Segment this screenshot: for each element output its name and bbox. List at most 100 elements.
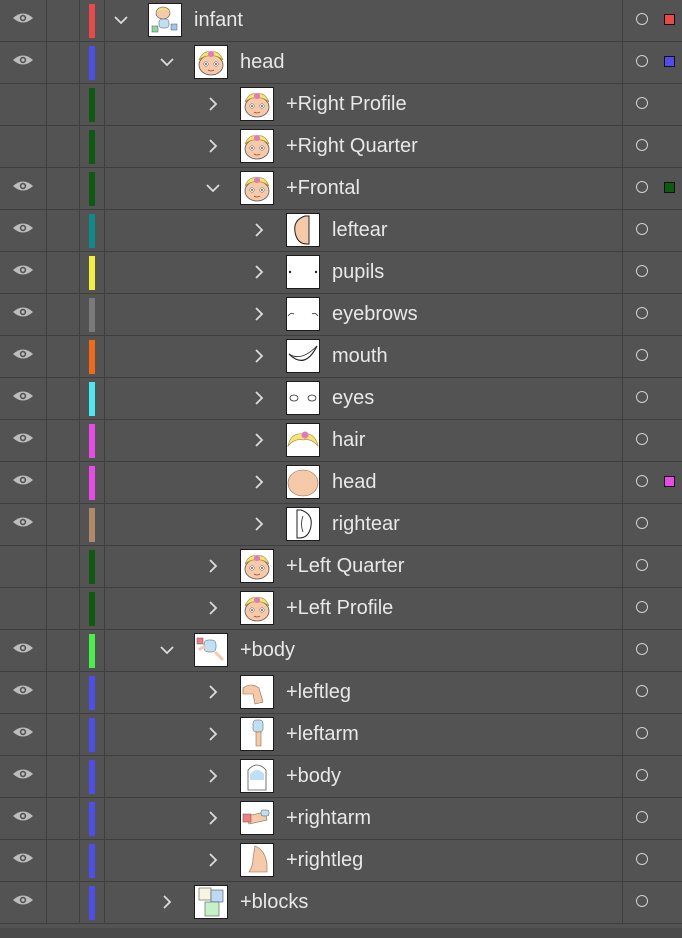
visibility-toggle[interactable] — [0, 588, 47, 629]
layer-row[interactable]: hair — [0, 420, 682, 462]
layer-name[interactable]: eyebrows — [332, 294, 418, 335]
lock-toggle[interactable] — [47, 756, 80, 797]
visibility-toggle[interactable] — [0, 126, 47, 167]
layer-row[interactable]: +body — [0, 756, 682, 798]
target-circle-icon[interactable] — [636, 727, 648, 739]
target-circle-icon[interactable] — [636, 685, 648, 697]
layer-name[interactable]: infant — [194, 0, 243, 41]
layer-row[interactable]: eyebrows — [0, 294, 682, 336]
target-circle-icon[interactable] — [636, 769, 648, 781]
layer-name[interactable]: +Left Quarter — [286, 546, 404, 587]
lock-toggle[interactable] — [47, 840, 80, 881]
target-circle-icon[interactable] — [636, 559, 648, 571]
layer-row[interactable]: +leftleg — [0, 672, 682, 714]
layer-name[interactable]: leftear — [332, 210, 388, 251]
chevron-right-icon[interactable] — [206, 811, 220, 825]
layer-row[interactable]: +rightarm — [0, 798, 682, 840]
visibility-toggle[interactable] — [0, 420, 47, 461]
lock-toggle[interactable] — [47, 420, 80, 461]
visibility-toggle[interactable] — [0, 798, 47, 839]
chevron-right-icon[interactable] — [252, 391, 266, 405]
lock-toggle[interactable] — [47, 714, 80, 755]
target-circle-icon[interactable] — [636, 55, 648, 67]
chevron-down-icon[interactable] — [206, 181, 220, 195]
visibility-toggle[interactable] — [0, 504, 47, 545]
chevron-right-icon[interactable] — [206, 727, 220, 741]
layer-row[interactable]: head — [0, 42, 682, 84]
chevron-right-icon[interactable] — [252, 307, 266, 321]
selection-indicator[interactable] — [664, 14, 675, 25]
chevron-down-icon[interactable] — [160, 643, 174, 657]
target-circle-icon[interactable] — [636, 601, 648, 613]
chevron-right-icon[interactable] — [252, 517, 266, 531]
layer-row[interactable]: +Frontal — [0, 168, 682, 210]
target-circle-icon[interactable] — [636, 475, 648, 487]
visibility-toggle[interactable] — [0, 840, 47, 881]
layer-name[interactable]: +Right Quarter — [286, 126, 418, 167]
lock-toggle[interactable] — [47, 294, 80, 335]
lock-toggle[interactable] — [47, 798, 80, 839]
visibility-toggle[interactable] — [0, 630, 47, 671]
visibility-toggle[interactable] — [0, 462, 47, 503]
target-circle-icon[interactable] — [636, 517, 648, 529]
chevron-right-icon[interactable] — [252, 223, 266, 237]
lock-toggle[interactable] — [47, 882, 80, 923]
chevron-down-icon[interactable] — [160, 55, 174, 69]
visibility-toggle[interactable] — [0, 756, 47, 797]
target-circle-icon[interactable] — [636, 223, 648, 235]
lock-toggle[interactable] — [47, 252, 80, 293]
visibility-toggle[interactable] — [0, 336, 47, 377]
layer-name[interactable]: +body — [240, 630, 295, 671]
lock-toggle[interactable] — [47, 378, 80, 419]
layer-row[interactable]: pupils — [0, 252, 682, 294]
layer-name[interactable]: +Left Profile — [286, 588, 393, 629]
layer-row[interactable]: infant — [0, 0, 682, 42]
lock-toggle[interactable] — [47, 336, 80, 377]
target-circle-icon[interactable] — [636, 13, 648, 25]
layer-row[interactable]: head — [0, 462, 682, 504]
layer-name[interactable]: +blocks — [240, 882, 308, 923]
layer-name[interactable]: eyes — [332, 378, 374, 419]
layer-row[interactable]: leftear — [0, 210, 682, 252]
visibility-toggle[interactable] — [0, 378, 47, 419]
layer-name[interactable]: hair — [332, 420, 365, 461]
target-circle-icon[interactable] — [636, 349, 648, 361]
chevron-right-icon[interactable] — [206, 139, 220, 153]
layer-name[interactable]: +Right Profile — [286, 84, 407, 125]
visibility-toggle[interactable] — [0, 546, 47, 587]
layer-row[interactable]: rightear — [0, 504, 682, 546]
chevron-right-icon[interactable] — [252, 349, 266, 363]
target-circle-icon[interactable] — [636, 391, 648, 403]
chevron-right-icon[interactable] — [252, 265, 266, 279]
layer-row[interactable]: +Right Profile — [0, 84, 682, 126]
layer-name[interactable]: +body — [286, 756, 341, 797]
target-circle-icon[interactable] — [636, 181, 648, 193]
selection-indicator[interactable] — [664, 476, 675, 487]
layer-name[interactable]: +leftarm — [286, 714, 359, 755]
chevron-right-icon[interactable] — [206, 769, 220, 783]
layer-row[interactable]: +Left Quarter — [0, 546, 682, 588]
layer-name[interactable]: pupils — [332, 252, 384, 293]
chevron-right-icon[interactable] — [252, 475, 266, 489]
chevron-right-icon[interactable] — [206, 685, 220, 699]
selection-indicator[interactable] — [664, 56, 675, 67]
lock-toggle[interactable] — [47, 42, 80, 83]
target-circle-icon[interactable] — [636, 895, 648, 907]
visibility-toggle[interactable] — [0, 252, 47, 293]
chevron-right-icon[interactable] — [206, 601, 220, 615]
visibility-toggle[interactable] — [0, 42, 47, 83]
layer-row[interactable]: +Right Quarter — [0, 126, 682, 168]
target-circle-icon[interactable] — [636, 139, 648, 151]
visibility-toggle[interactable] — [0, 210, 47, 251]
lock-toggle[interactable] — [47, 462, 80, 503]
target-circle-icon[interactable] — [636, 643, 648, 655]
visibility-toggle[interactable] — [0, 714, 47, 755]
lock-toggle[interactable] — [47, 630, 80, 671]
lock-toggle[interactable] — [47, 84, 80, 125]
layer-row[interactable]: eyes — [0, 378, 682, 420]
target-circle-icon[interactable] — [636, 811, 648, 823]
selection-indicator[interactable] — [664, 182, 675, 193]
layer-row[interactable]: +Left Profile — [0, 588, 682, 630]
lock-toggle[interactable] — [47, 168, 80, 209]
visibility-toggle[interactable] — [0, 882, 47, 923]
